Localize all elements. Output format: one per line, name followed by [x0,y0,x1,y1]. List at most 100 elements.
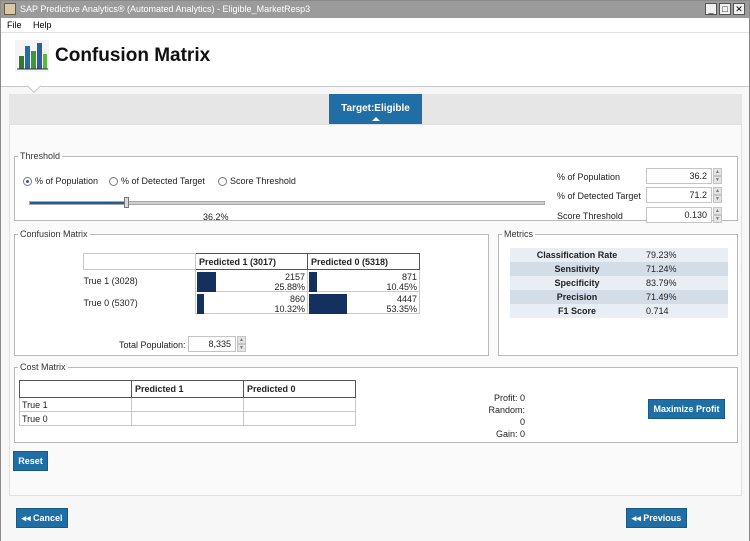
application-window: SAP Predictive Analytics® (Automated Ana… [0,0,750,541]
title-bar: SAP Predictive Analytics® (Automated Ana… [1,1,749,18]
app-icon [4,3,16,15]
threshold-legend: Threshold [20,151,61,161]
corner-cell [19,380,132,398]
radio-unselected-icon [218,176,227,186]
cell-fp: 860 10.32% [195,291,308,314]
cell-tn: 4447 53.35% [307,291,420,314]
metric-value: 71.49% [644,290,728,304]
score-threshold-stepper[interactable]: 0.130 ▲ ▼ [646,207,722,223]
corner-cell [83,253,196,270]
radio-percent-detected-target[interactable]: % of Detected Target [109,176,205,186]
row-label-true-0: True 0 [19,411,132,426]
footer-bar: ◂◂ Cancel ◂◂ Previous [1,501,749,541]
cell-bar [197,272,216,292]
row-label-true-1: True 1 (3028) [83,275,138,286]
metrics-table: Classification Rate 79.23% Sensitivity 71.… [510,248,728,318]
threshold-panel: Threshold % of Population % of Detected … [14,151,738,223]
population-stepper[interactable]: 36.2 ▲ ▼ [646,168,722,184]
random-value: Random: 0 [488,405,525,427]
cost-input-fp[interactable] [131,411,244,426]
score-threshold-label: Score Threshold [557,211,623,221]
metric-value: 83.79% [644,276,728,290]
cell-count: 4447 [396,294,417,304]
cell-bar [309,272,317,292]
reset-button[interactable]: Reset [13,451,48,471]
metric-value: 71.24% [644,262,728,276]
cost-matrix-table: Predicted 1 Predicted 0 True 1 True 0 [19,380,356,426]
confusion-matrix-chart-icon [15,40,49,72]
cost-input-tn[interactable] [243,411,356,426]
detected-target-stepper[interactable]: 71.2 ▲ ▼ [646,187,722,203]
spin-up-icon[interactable]: ▲ [713,207,722,215]
radio-percent-population[interactable]: % of Population [23,176,98,186]
table-row: True 0 (5307) 860 10.32% 4447 53.35% [83,291,420,314]
radio-score-threshold[interactable]: Score Threshold [218,176,296,186]
content-panel: Threshold % of Population % of Detected … [9,124,742,496]
header-notch [26,78,42,94]
threshold-slider-value: 36.2% [203,212,229,222]
cell-bar [197,294,204,314]
radio-selected-icon [23,176,32,186]
spin-down-icon[interactable]: ▼ [713,195,722,203]
metric-name: Specificity [510,276,644,290]
minimize-button[interactable]: _ [705,3,717,15]
table-row: True 1 (3028) 2157 25.88% 871 10.45% [83,269,420,292]
menu-file[interactable]: File [7,20,22,30]
metric-row: F1 Score 0.714 [510,304,728,318]
radio-label: Score Threshold [230,176,296,186]
threshold-slider-handle[interactable] [124,197,129,208]
cost-matrix-panel: Cost Matrix Predicted 1 Predicted 0 True… [14,362,738,443]
detected-target-input[interactable]: 71.2 [646,187,712,203]
spin-up-icon[interactable]: ▲ [713,168,722,176]
target-tab-bar: Target:Eligible [9,94,742,124]
metrics-legend: Metrics [504,229,533,239]
spin-down-icon[interactable]: ▼ [713,215,722,223]
cell-percent: 10.45% [386,282,417,292]
cell-percent: 10.32% [274,304,305,314]
total-population-label: Total Population: [119,340,186,350]
metric-name: Precision [510,290,644,304]
cell-fn: 871 10.45% [307,269,420,292]
metric-row: Specificity 83.79% [510,276,728,290]
cell-percent: 25.88% [274,282,305,292]
col-header-predicted-1: Predicted 1 (3017) [195,253,308,270]
threshold-slider-track[interactable] [29,201,545,205]
row-label-true-0: True 0 (5307) [83,297,138,308]
metrics-panel: Metrics Classification Rate 79.23% Sensit… [498,229,738,356]
maximize-button[interactable]: □ [719,3,731,15]
cell-percent: 53.35% [386,304,417,314]
menu-help[interactable]: Help [33,20,52,30]
metric-row: Precision 71.49% [510,290,728,304]
profit-stats: Profit: 0 Random: 0 Gain: 0 [485,392,525,440]
metric-row: Sensitivity 71.24% [510,262,728,276]
score-threshold-input[interactable]: 0.130 [646,207,712,223]
page-header: Confusion Matrix [1,33,749,94]
population-input[interactable]: 36.2 [646,168,712,184]
tab-target-eligible[interactable]: Target:Eligible [329,94,422,124]
threshold-slider-fill [30,202,127,204]
population-label: % of Population [557,172,621,182]
confusion-matrix-panel: Confusion Matrix Predicted 1 (3017) Pred… [14,229,489,356]
cell-bar [309,294,347,314]
cost-input-tp[interactable] [131,397,244,412]
tab-label: Target:Eligible [341,103,410,114]
table-row: True 1 [19,397,356,412]
cost-input-fn[interactable] [243,397,356,412]
spin-up-icon[interactable]: ▲ [713,187,722,195]
spin-down-icon[interactable]: ▼ [713,176,722,184]
cell-count: 860 [289,294,305,304]
row-label-true-1: True 1 [19,397,132,412]
spin-up-icon: ▲ [237,336,246,344]
previous-button[interactable]: ◂◂ Previous [626,508,687,528]
cell-count: 871 [401,272,417,282]
radio-label: % of Population [35,176,99,186]
metric-name: F1 Score [510,304,644,318]
confusion-matrix-table: Predicted 1 (3017) Predicted 0 (5318) Tr… [83,253,420,314]
maximize-profit-button[interactable]: Maximize Profit [648,399,725,419]
close-button[interactable]: ✕ [733,3,745,15]
metric-name: Classification Rate [510,248,644,262]
cost-matrix-legend: Cost Matrix [20,362,66,372]
metric-value: 0.714 [644,304,728,318]
cancel-button[interactable]: ◂◂ Cancel [16,508,68,528]
table-row: True 0 [19,411,356,426]
